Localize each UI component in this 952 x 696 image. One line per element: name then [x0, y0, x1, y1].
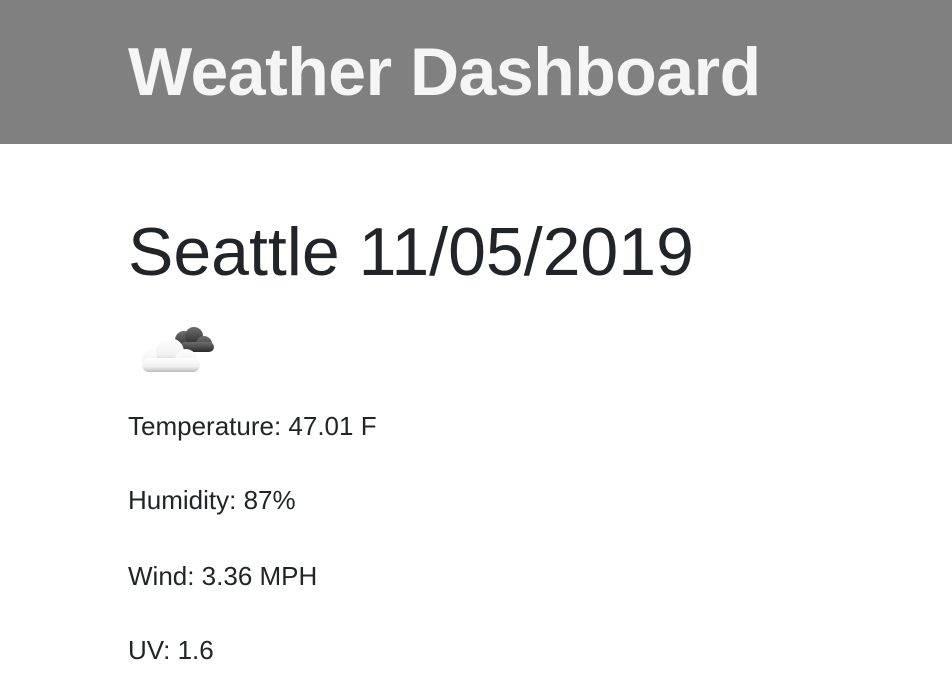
partly-cloudy-icon — [142, 327, 214, 372]
wind-text: Wind: 3.36 MPH — [128, 561, 318, 591]
temperature-text: Temperature: 47.01 F — [128, 411, 377, 441]
current-weather-panel: Seattle 11/05/2019 Temperature: 47.01 F … — [128, 144, 928, 696]
page-header: Weather Dashboard — [0, 0, 952, 144]
uv-index-text: UV: 1.6 — [128, 635, 214, 665]
humidity-text: Humidity: 87% — [128, 485, 296, 515]
city-date-heading: Seattle 11/05/2019 — [128, 214, 694, 290]
page-title: Weather Dashboard — [128, 34, 761, 110]
